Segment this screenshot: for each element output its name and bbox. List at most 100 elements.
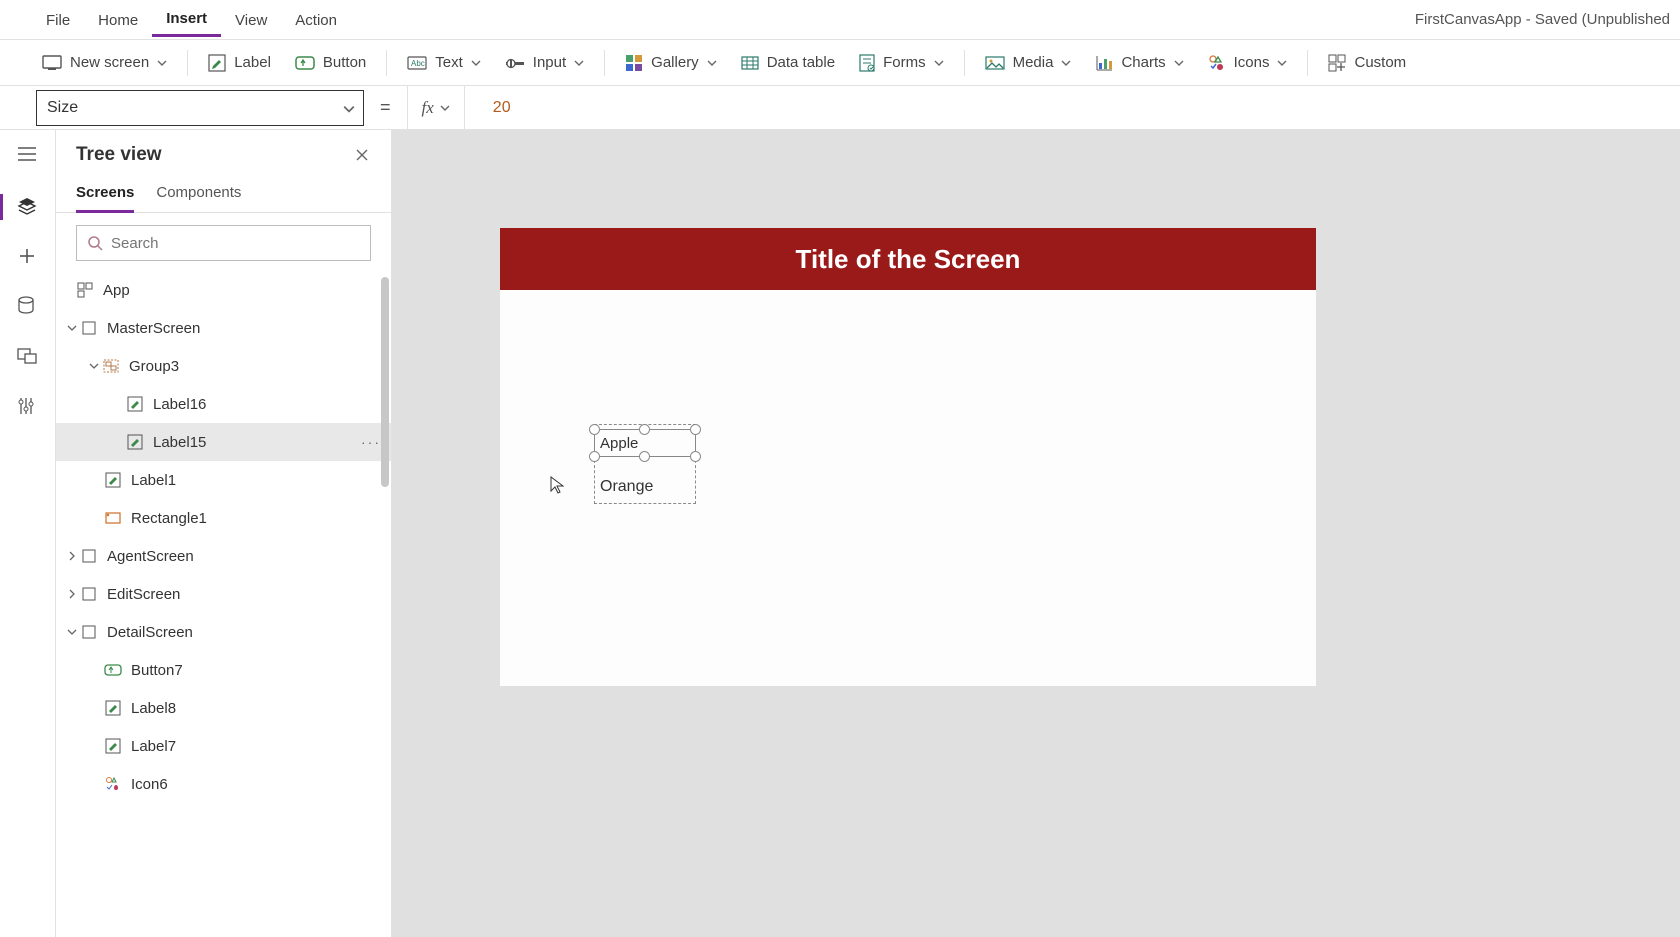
resize-handle[interactable] [690, 451, 701, 462]
tab-screens[interactable]: Screens [76, 178, 134, 213]
canvas-label16[interactable]: Orange [600, 478, 653, 496]
forms-icon [859, 54, 875, 72]
media-dropdown[interactable]: Media [973, 48, 1084, 77]
tree-node-label15[interactable]: Label15 ··· [56, 423, 391, 461]
icons-btn-label: Icons [1234, 54, 1270, 71]
custom-button[interactable]: Custom [1316, 48, 1418, 78]
tree-node-label7[interactable]: Label7 [56, 727, 391, 765]
tree-view-icon[interactable] [17, 196, 39, 218]
tree-node-app[interactable]: App [56, 271, 391, 309]
property-input[interactable] [47, 99, 307, 117]
design-screen[interactable]: Title of the Screen Apple Orange [500, 228, 1316, 686]
tree-node-agentscreen[interactable]: AgentScreen [56, 537, 391, 575]
text-icon: Abc [407, 56, 427, 70]
tab-components[interactable]: Components [156, 178, 241, 212]
tree-node-button7[interactable]: Button7 [56, 651, 391, 689]
divider [1307, 50, 1308, 76]
screen-icon [42, 55, 62, 71]
new-screen-button[interactable]: New screen [30, 48, 179, 77]
chevron-down-icon[interactable] [86, 361, 102, 371]
close-icon [355, 148, 369, 162]
label-icon [104, 737, 122, 755]
input-dropdown[interactable]: Input [493, 48, 596, 77]
icon-control-icon [104, 775, 122, 793]
resize-handle[interactable] [589, 451, 600, 462]
search-input[interactable] [111, 235, 360, 252]
close-panel-button[interactable] [351, 144, 373, 166]
screen-title-label[interactable]: Title of the Screen [500, 228, 1316, 290]
canvas-area[interactable]: Title of the Screen Apple Orange [392, 130, 1680, 937]
formula-input[interactable]: 20 [479, 99, 511, 117]
chevron-right-icon[interactable] [64, 589, 80, 599]
text-dropdown[interactable]: Abc Text [395, 48, 493, 77]
icons-dropdown[interactable]: Icons [1196, 48, 1300, 78]
tree-node-icon6[interactable]: Icon6 [56, 765, 391, 803]
chevron-down-icon [1061, 58, 1071, 68]
tree-node-group3[interactable]: Group3 [56, 347, 391, 385]
forms-btn-label: Forms [883, 54, 926, 71]
chevron-right-icon[interactable] [64, 551, 80, 561]
tree-node-rectangle1[interactable]: Rectangle1 [56, 499, 391, 537]
fx-button[interactable]: fx [407, 86, 465, 129]
button-control-icon [104, 661, 122, 679]
tree-label: Label8 [122, 700, 176, 717]
data-icon[interactable] [17, 296, 39, 318]
forms-dropdown[interactable]: Forms [847, 48, 956, 78]
canvas-label15[interactable]: Apple [594, 429, 696, 457]
gallery-dropdown[interactable]: Gallery [613, 48, 729, 78]
chevron-down-icon [574, 58, 584, 68]
insert-icon[interactable] [17, 246, 39, 268]
advanced-icon[interactable] [17, 396, 39, 418]
chevron-down-icon[interactable] [64, 323, 80, 333]
menu-view[interactable]: View [221, 4, 281, 36]
app-icon [76, 281, 94, 299]
custom-btn-label: Custom [1354, 54, 1406, 71]
menu-file[interactable]: File [32, 4, 84, 36]
media-icon [985, 56, 1005, 70]
tree-list: App MasterScreen Group3 Label16 Label15 … [56, 271, 391, 937]
tree-panel: Tree view Screens Components App Mast [56, 130, 392, 937]
charts-dropdown[interactable]: Charts [1083, 48, 1195, 77]
search-box[interactable] [76, 225, 371, 261]
menu-bar: File Home Insert View Action FirstCanvas… [0, 0, 1680, 40]
app-title: FirstCanvasApp - Saved (Unpublished [1415, 11, 1670, 28]
tree-node-editscreen[interactable]: EditScreen [56, 575, 391, 613]
tree-node-masterscreen[interactable]: MasterScreen [56, 309, 391, 347]
more-options-button[interactable]: ··· [361, 434, 381, 450]
menu-action[interactable]: Action [281, 4, 351, 36]
chevron-down-icon[interactable] [64, 627, 80, 637]
search-icon [87, 235, 103, 251]
menu-home[interactable]: Home [84, 4, 152, 36]
resize-handle[interactable] [639, 424, 650, 435]
resize-handle[interactable] [690, 424, 701, 435]
button-button[interactable]: Button [283, 48, 378, 77]
data-table-button[interactable]: Data table [729, 48, 847, 77]
gallery-icon [625, 54, 643, 72]
charts-btn-label: Charts [1121, 54, 1165, 71]
menu-insert[interactable]: Insert [152, 2, 221, 37]
resize-handle[interactable] [639, 451, 650, 462]
scrollbar[interactable] [381, 277, 389, 487]
tree-node-label1[interactable]: Label1 [56, 461, 391, 499]
property-selector[interactable] [36, 90, 364, 126]
media-panel-icon[interactable] [17, 346, 39, 368]
tree-label: Label1 [122, 472, 176, 489]
text-btn-label: Text [435, 54, 463, 71]
new-screen-label: New screen [70, 54, 149, 71]
hamburger-icon[interactable] [17, 146, 39, 168]
label-btn-label: Label [234, 54, 271, 71]
input-icon [505, 56, 525, 70]
tree-node-label16[interactable]: Label16 [56, 385, 391, 423]
tree-node-label8[interactable]: Label8 [56, 689, 391, 727]
tree-label: App [94, 282, 130, 299]
chevron-down-icon [440, 103, 450, 113]
ribbon: New screen Label Button Abc Text Input G… [0, 40, 1680, 86]
label-button[interactable]: Label [196, 48, 283, 78]
screen-icon [80, 585, 98, 603]
button-icon [295, 56, 315, 70]
tree-node-detailscreen[interactable]: DetailScreen [56, 613, 391, 651]
chevron-down-icon [1174, 58, 1184, 68]
resize-handle[interactable] [589, 424, 600, 435]
label-icon [104, 471, 122, 489]
svg-text:Abc: Abc [411, 59, 425, 68]
